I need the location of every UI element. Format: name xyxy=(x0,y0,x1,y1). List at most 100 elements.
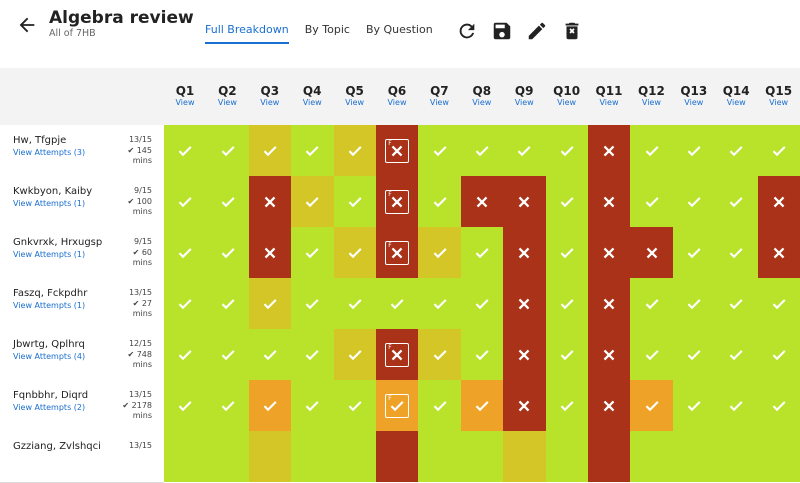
result-cell[interactable] xyxy=(206,380,249,431)
tab-full-breakdown[interactable]: Full Breakdown xyxy=(205,23,289,44)
result-cell[interactable] xyxy=(672,431,716,482)
view-question-link[interactable]: View xyxy=(673,98,715,107)
result-cell[interactable] xyxy=(757,125,800,176)
result-cell[interactable] xyxy=(248,227,292,278)
result-cell[interactable] xyxy=(418,431,461,482)
result-cell[interactable]: F xyxy=(376,227,419,278)
result-cell[interactable] xyxy=(503,278,546,329)
result-cell[interactable] xyxy=(545,176,588,227)
result-cell[interactable] xyxy=(333,176,376,227)
result-cell[interactable] xyxy=(715,431,758,482)
view-attempts-link[interactable]: View Attempts (1) xyxy=(13,199,85,208)
result-cell[interactable]: F xyxy=(376,329,419,380)
result-cell[interactable] xyxy=(715,278,758,329)
result-cell[interactable] xyxy=(333,329,376,380)
view-question-link[interactable]: View xyxy=(630,98,672,107)
result-cell[interactable] xyxy=(164,278,207,329)
tab-by-topic[interactable]: By Topic xyxy=(305,23,350,44)
save-icon[interactable] xyxy=(491,20,513,42)
result-cell[interactable] xyxy=(418,329,461,380)
result-cell[interactable] xyxy=(715,125,758,176)
result-cell[interactable] xyxy=(206,431,249,482)
view-question-link[interactable]: View xyxy=(758,98,800,107)
result-cell[interactable] xyxy=(630,380,673,431)
result-cell[interactable] xyxy=(206,329,249,380)
result-cell[interactable] xyxy=(715,380,758,431)
result-cell[interactable] xyxy=(503,380,546,431)
result-cell[interactable] xyxy=(164,176,207,227)
result-cell[interactable] xyxy=(672,329,716,380)
result-cell[interactable] xyxy=(333,278,376,329)
view-attempts-link[interactable]: View Attempts (3) xyxy=(13,148,85,157)
result-cell[interactable] xyxy=(630,278,673,329)
result-cell[interactable] xyxy=(418,278,461,329)
result-cell[interactable] xyxy=(672,125,716,176)
result-cell[interactable] xyxy=(757,278,800,329)
result-cell[interactable] xyxy=(545,380,588,431)
result-cell[interactable] xyxy=(376,431,419,482)
result-cell[interactable] xyxy=(503,176,546,227)
result-cell[interactable] xyxy=(164,227,207,278)
refresh-icon[interactable] xyxy=(456,20,478,42)
result-cell[interactable] xyxy=(291,176,334,227)
result-cell[interactable] xyxy=(545,431,588,482)
result-cell[interactable] xyxy=(588,380,631,431)
view-question-link[interactable]: View xyxy=(546,98,588,107)
view-question-link[interactable]: View xyxy=(249,98,291,107)
result-cell[interactable] xyxy=(545,329,588,380)
result-cell[interactable] xyxy=(206,125,249,176)
view-question-link[interactable]: View xyxy=(334,98,376,107)
result-cell[interactable] xyxy=(672,176,716,227)
result-cell[interactable] xyxy=(418,380,461,431)
view-question-link[interactable]: View xyxy=(503,98,545,107)
result-cell[interactable]: F xyxy=(376,176,419,227)
result-cell[interactable] xyxy=(715,176,758,227)
view-question-link[interactable]: View xyxy=(164,98,206,107)
result-cell[interactable] xyxy=(333,227,376,278)
result-cell[interactable] xyxy=(715,227,758,278)
result-cell[interactable] xyxy=(460,227,504,278)
result-cell[interactable] xyxy=(545,278,588,329)
delete-icon[interactable] xyxy=(561,20,583,42)
result-cell[interactable] xyxy=(460,176,504,227)
result-cell[interactable] xyxy=(164,329,207,380)
result-cell[interactable] xyxy=(715,329,758,380)
result-cell[interactable] xyxy=(757,227,800,278)
view-question-link[interactable]: View xyxy=(588,98,630,107)
back-arrow-icon[interactable] xyxy=(16,14,38,36)
result-cell[interactable] xyxy=(164,380,207,431)
result-cell[interactable] xyxy=(333,431,376,482)
result-cell[interactable] xyxy=(460,125,504,176)
result-cell[interactable] xyxy=(630,329,673,380)
result-cell[interactable] xyxy=(206,176,249,227)
result-cell[interactable] xyxy=(757,176,800,227)
view-question-link[interactable]: View xyxy=(376,98,418,107)
result-cell[interactable]: F xyxy=(376,380,419,431)
result-cell[interactable]: F xyxy=(376,125,419,176)
result-cell[interactable] xyxy=(291,278,334,329)
result-cell[interactable] xyxy=(630,227,673,278)
result-cell[interactable] xyxy=(418,227,461,278)
result-cell[interactable] xyxy=(757,329,800,380)
result-cell[interactable] xyxy=(672,380,716,431)
result-cell[interactable] xyxy=(248,278,292,329)
result-cell[interactable] xyxy=(248,329,292,380)
result-cell[interactable] xyxy=(588,431,631,482)
view-attempts-link[interactable]: View Attempts (1) xyxy=(13,250,85,259)
view-question-link[interactable]: View xyxy=(206,98,248,107)
result-cell[interactable] xyxy=(460,329,504,380)
result-cell[interactable] xyxy=(588,329,631,380)
result-cell[interactable] xyxy=(164,125,207,176)
result-cell[interactable] xyxy=(672,278,716,329)
view-question-link[interactable]: View xyxy=(291,98,333,107)
view-attempts-link[interactable]: View Attempts (2) xyxy=(13,403,85,412)
result-cell[interactable] xyxy=(333,380,376,431)
view-question-link[interactable]: View xyxy=(461,98,503,107)
result-cell[interactable] xyxy=(291,329,334,380)
result-cell[interactable] xyxy=(757,380,800,431)
result-cell[interactable] xyxy=(460,380,504,431)
result-cell[interactable] xyxy=(291,380,334,431)
view-attempts-link[interactable]: View Attempts (4) xyxy=(13,352,85,361)
result-cell[interactable] xyxy=(588,176,631,227)
result-cell[interactable] xyxy=(248,431,292,482)
